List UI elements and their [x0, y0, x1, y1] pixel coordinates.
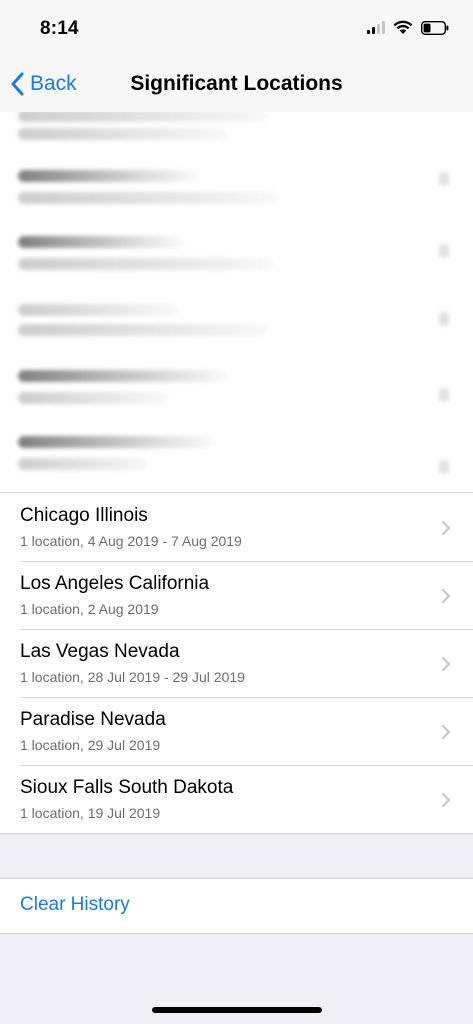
location-list: Chicago Illinois 1 location, 4 Aug 2019 …	[0, 492, 473, 834]
navigation-bar: Back Significant Locations	[0, 58, 473, 112]
chevron-right-icon	[442, 793, 450, 807]
redacted-row	[18, 364, 298, 424]
clear-history-button[interactable]: Clear History	[20, 894, 130, 916]
chevron-right-icon	[442, 589, 450, 603]
location-subtitle: 1 location, 29 Jul 2019	[20, 737, 161, 753]
location-row-los-angeles[interactable]: Los Angeles California 1 location, 2 Aug…	[0, 561, 473, 629]
location-subtitle: 1 location, 4 Aug 2019 - 7 Aug 2019	[20, 533, 242, 549]
cellular-signal-icon	[367, 21, 385, 34]
wifi-icon	[393, 20, 413, 35]
battery-icon	[421, 20, 449, 35]
redacted-row	[18, 162, 298, 222]
redacted-row	[18, 428, 298, 488]
location-title: Paradise Nevada	[20, 709, 166, 730]
chevron-right-icon	[442, 521, 450, 535]
status-icons	[367, 20, 449, 35]
location-subtitle: 1 location, 19 Jul 2019	[20, 805, 161, 821]
location-title: Sioux Falls South Dakota	[20, 777, 234, 798]
clear-history-section: Clear History	[0, 878, 473, 934]
redacted-row	[18, 296, 298, 356]
page-title: Significant Locations	[130, 72, 343, 95]
home-indicator[interactable]	[152, 1007, 322, 1013]
location-title: Los Angeles California	[20, 573, 210, 594]
location-row-sioux-falls[interactable]: Sioux Falls South Dakota 1 location, 19 …	[0, 765, 473, 833]
location-subtitle: 1 location, 2 Aug 2019	[20, 601, 159, 617]
redacted-locations	[0, 112, 473, 492]
location-title: Las Vegas Nevada	[20, 641, 180, 662]
status-time: 8:14	[40, 18, 79, 39]
status-bar: 8:14	[0, 0, 473, 58]
redacted-row	[18, 230, 298, 290]
chevron-right-icon	[442, 725, 450, 739]
chevron-right-icon	[442, 657, 450, 671]
location-row-paradise[interactable]: Paradise Nevada 1 location, 29 Jul 2019	[0, 697, 473, 765]
location-row-chicago[interactable]: Chicago Illinois 1 location, 4 Aug 2019 …	[0, 493, 473, 561]
location-title: Chicago Illinois	[20, 505, 148, 526]
location-row-las-vegas[interactable]: Las Vegas Nevada 1 location, 28 Jul 2019…	[0, 629, 473, 697]
location-subtitle: 1 location, 28 Jul 2019 - 29 Jul 2019	[20, 669, 245, 685]
